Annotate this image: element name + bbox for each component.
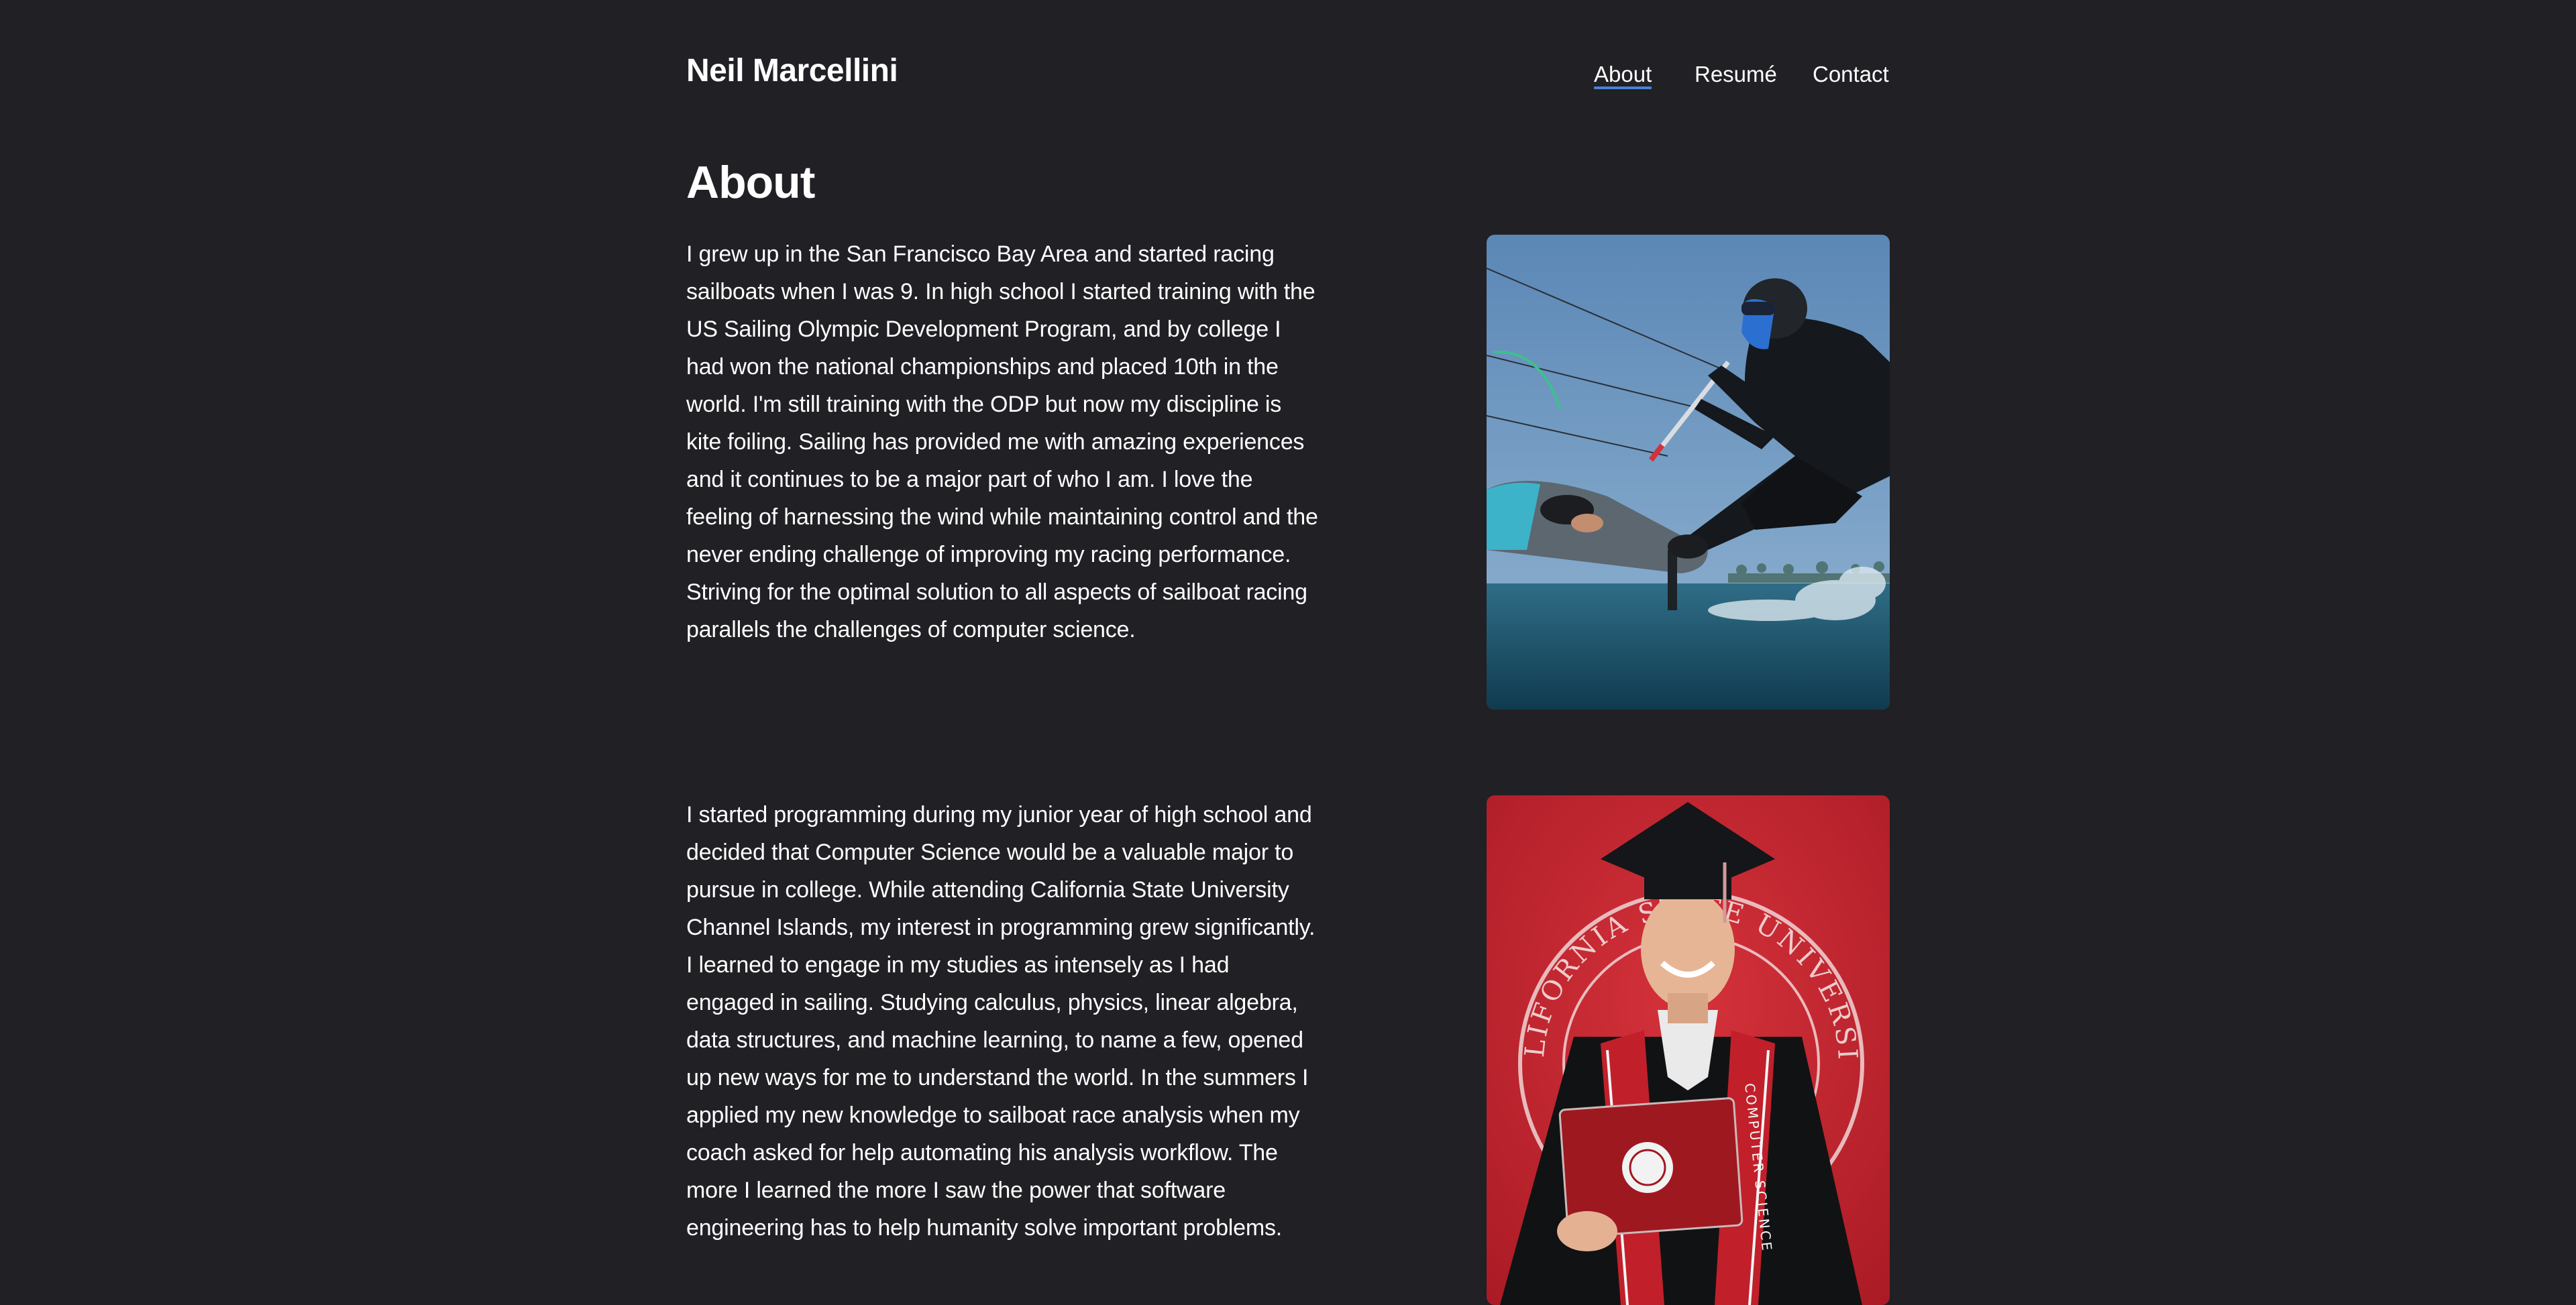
about-programming-paragraph: I started programming during my junior y…	[686, 802, 1316, 1241]
kite-foiling-photo	[1487, 235, 1890, 710]
nav-link-contact[interactable]: Contact	[1813, 61, 1889, 88]
about-sailing-paragraph: I grew up in the San Francisco Bay Area …	[686, 241, 1318, 642]
graduation-photo: CALIFORNIA STATE UNIVERSITY COMPUTER SCI…	[1487, 795, 1890, 1305]
site-title[interactable]: Neil Marcellini	[686, 51, 898, 91]
page-title: About	[686, 157, 815, 208]
nav-link-about[interactable]: About	[1594, 61, 1652, 89]
main-nav: About Resumé Contact	[1594, 61, 1889, 89]
nav-link-resume[interactable]: Resumé	[1695, 61, 1777, 88]
